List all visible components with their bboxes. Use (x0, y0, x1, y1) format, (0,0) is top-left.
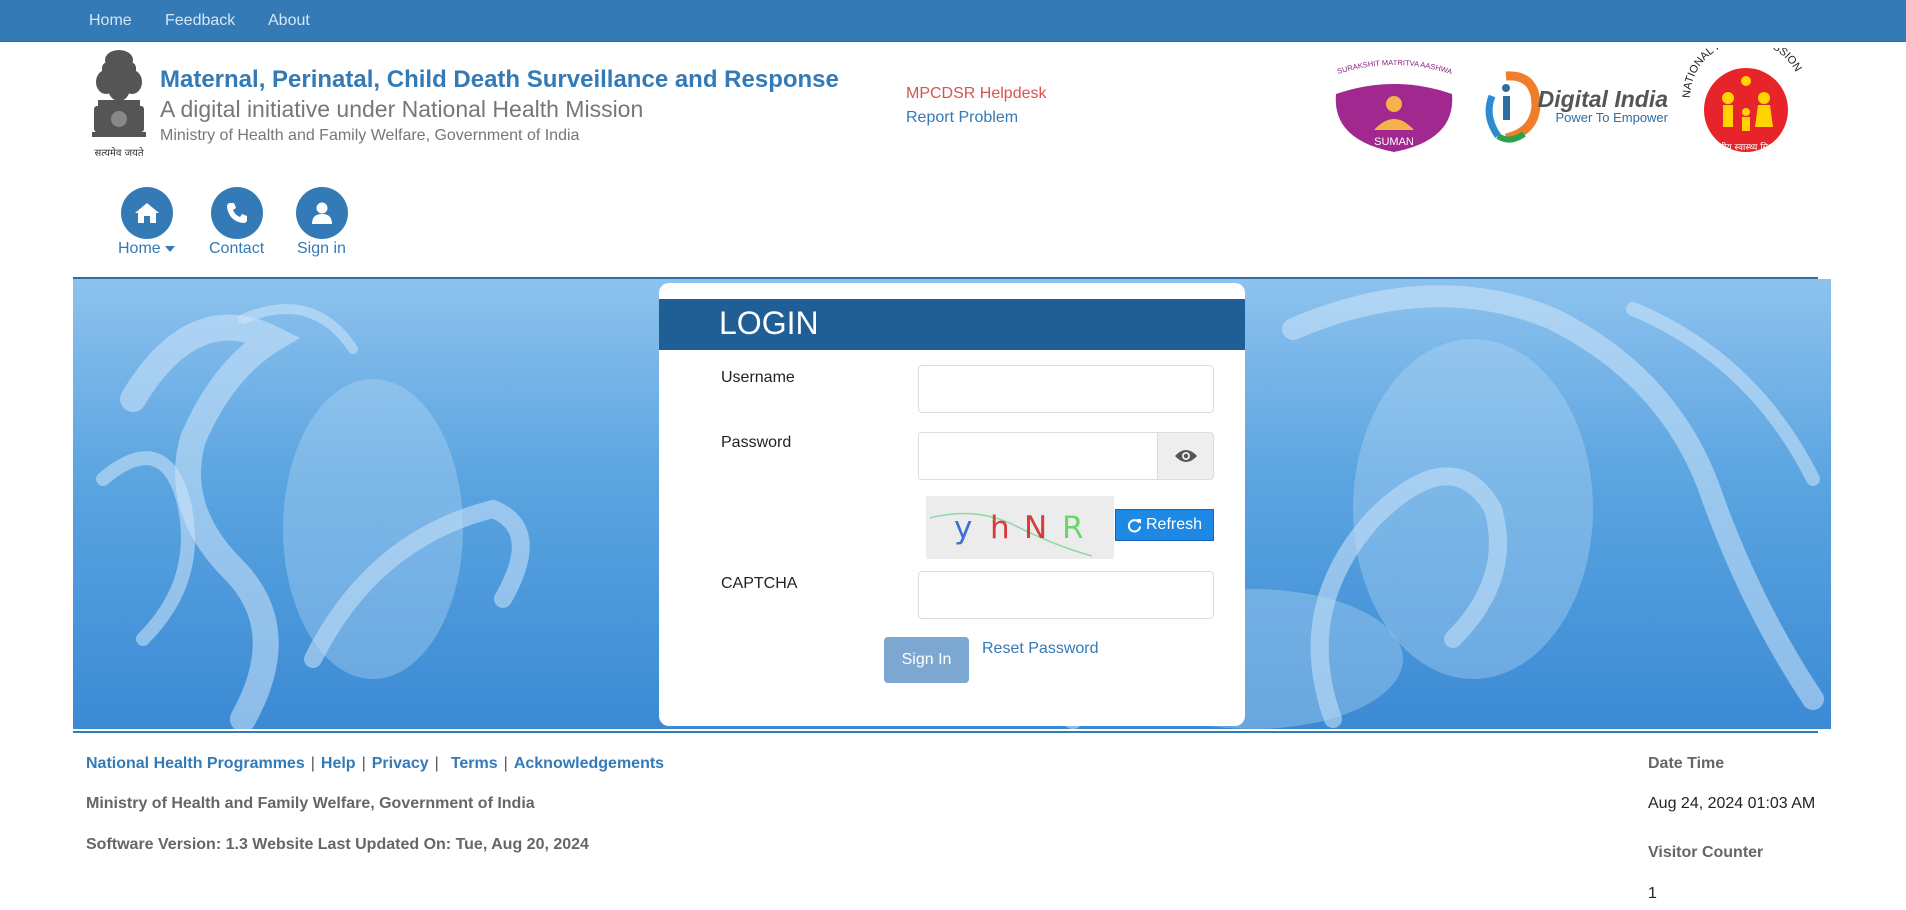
footer-ministry-text: Ministry of Health and Family Welfare, G… (86, 795, 535, 812)
captcha-char-3: N (1024, 510, 1048, 546)
footer-separator: | (434, 755, 439, 772)
captcha-char-1: y (954, 510, 973, 546)
eye-icon (1174, 450, 1197, 462)
refresh-icon (1127, 518, 1142, 532)
footer-separator: | (361, 755, 366, 772)
footer-separator: | (310, 755, 315, 772)
captcha-input[interactable] (918, 571, 1214, 619)
site-subtitle: A digital initiative under National Heal… (160, 96, 644, 122)
digital-india-tagline: Power To Empower (1556, 110, 1669, 125)
captcha-label: CAPTCHA (721, 575, 798, 592)
sign-in-button[interactable]: Sign In (884, 637, 969, 683)
captcha-image: y h N R (926, 496, 1114, 559)
visitor-counter-value: 1 (1648, 885, 1657, 902)
footer-link-terms[interactable]: Terms (451, 755, 498, 772)
emblem-caption: सत्यमेव जयते (94, 147, 143, 159)
captcha-char-2: h (990, 510, 1010, 546)
datetime-value: Aug 24, 2024 01:03 AM (1648, 795, 1816, 812)
home-icon (135, 203, 159, 223)
password-input[interactable] (918, 432, 1158, 480)
helpdesk-link[interactable]: MPCDSR Helpdesk (906, 85, 1046, 103)
footer-link-national-health-programmes[interactable]: National Health Programmes (86, 755, 305, 772)
nav-home-link[interactable]: Home (89, 12, 132, 30)
signin-nav-button[interactable] (296, 187, 348, 239)
nhm-logo: NATIONAL HEALTH MISSION राष्ट्रीय स्वास्… (1681, 48, 1804, 153)
reset-password-link[interactable]: Reset Password (982, 640, 1099, 658)
suman-logo-arc-text: SURAKSHIT MATRITVA AASHWASAN (1326, 60, 1454, 76)
show-password-button[interactable] (1157, 432, 1214, 480)
nav-about-link[interactable]: About (268, 12, 310, 30)
login-card: LOGIN Username Password y h N R Refresh … (659, 283, 1245, 726)
user-icon (312, 202, 332, 224)
refresh-label: Refresh (1145, 516, 1203, 533)
footer-links: National Health Programmes | Help | Privacy |… (86, 755, 664, 773)
home-nav-button[interactable] (121, 187, 173, 239)
report-problem-link[interactable]: Report Problem (906, 109, 1018, 127)
refresh-captcha-button[interactable]: Refresh (1115, 509, 1214, 541)
phone-icon (227, 203, 247, 223)
password-label: Password (721, 434, 792, 451)
captcha-char-4: R (1062, 510, 1084, 546)
footer-divider (73, 731, 1818, 733)
digital-india-logo: Digital India Power To Empower (1485, 71, 1669, 143)
home-nav-label[interactable]: Home (118, 240, 176, 258)
top-nav-bar: Home Feedback About (0, 0, 1906, 42)
username-input[interactable] (918, 365, 1214, 413)
site-title: Maternal, Perinatal, Child Death Surveil… (160, 66, 839, 93)
datetime-label: Date Time (1648, 755, 1725, 772)
home-nav-label-text: Home (118, 240, 161, 257)
footer-link-acknowledgements[interactable]: Acknowledgements (514, 755, 664, 772)
footer-separator: | (503, 755, 508, 772)
footer-link-help[interactable]: Help (321, 755, 356, 772)
nhm-logo-hindi-text: राष्ट्रीय स्वास्थ्य मिशन (1713, 141, 1780, 153)
footer-link-privacy[interactable]: Privacy (372, 755, 429, 772)
suman-logo: SURAKSHIT MATRITVA AASHWASAN SUMAN (1326, 60, 1454, 152)
nav-feedback-link[interactable]: Feedback (165, 12, 235, 30)
national-emblem-logo: सत्यमेव जयते (92, 50, 146, 159)
suman-logo-text: SUMAN (1374, 136, 1414, 148)
digital-india-text: Digital India (1538, 86, 1669, 112)
ministry-text: Ministry of Health and Family Welfare, G… (160, 127, 580, 144)
svg-text:SURAKSHIT MATRITVA AASHWASAN: SURAKSHIT MATRITVA AASHWASAN (1326, 60, 1454, 76)
contact-nav-label[interactable]: Contact (209, 240, 264, 258)
login-title: LOGIN (719, 305, 819, 341)
caret-down-icon (165, 245, 176, 252)
footer-version-text: Software Version: 1.3 Website Last Updat… (86, 836, 589, 853)
visitor-counter-label: Visitor Counter (1648, 844, 1764, 861)
login-card-header: LOGIN (659, 299, 1245, 350)
contact-nav-button[interactable] (211, 187, 263, 239)
username-label: Username (721, 369, 795, 386)
signin-nav-label[interactable]: Sign in (297, 240, 346, 258)
